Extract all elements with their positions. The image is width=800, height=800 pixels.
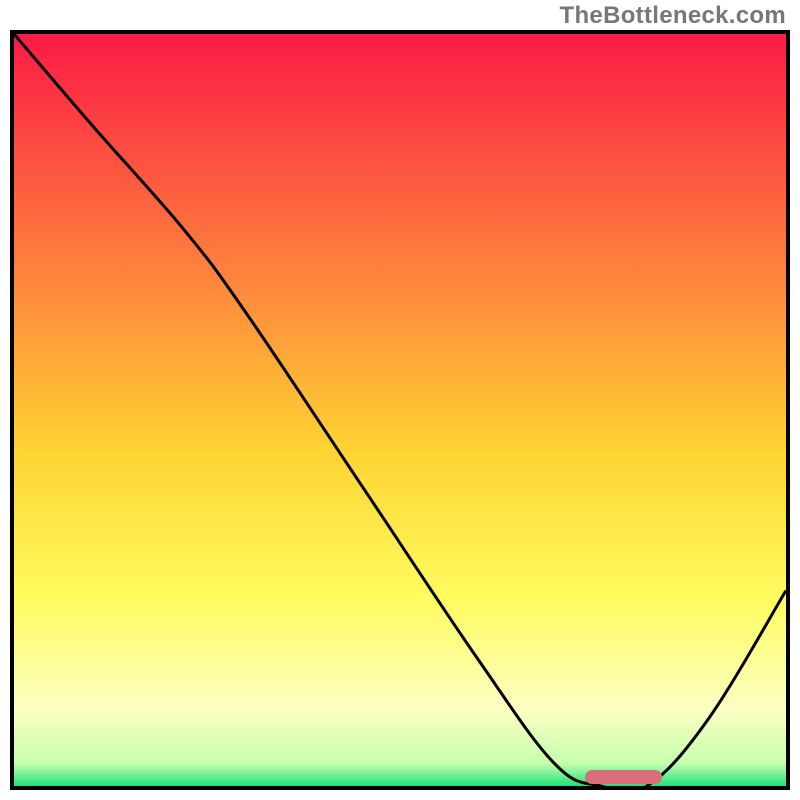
- optimal-range-marker: [585, 770, 662, 784]
- chart-svg: [14, 34, 786, 786]
- gradient-background: [14, 34, 786, 786]
- chart-frame: [10, 30, 790, 790]
- watermark-text: TheBottleneck.com: [560, 2, 786, 30]
